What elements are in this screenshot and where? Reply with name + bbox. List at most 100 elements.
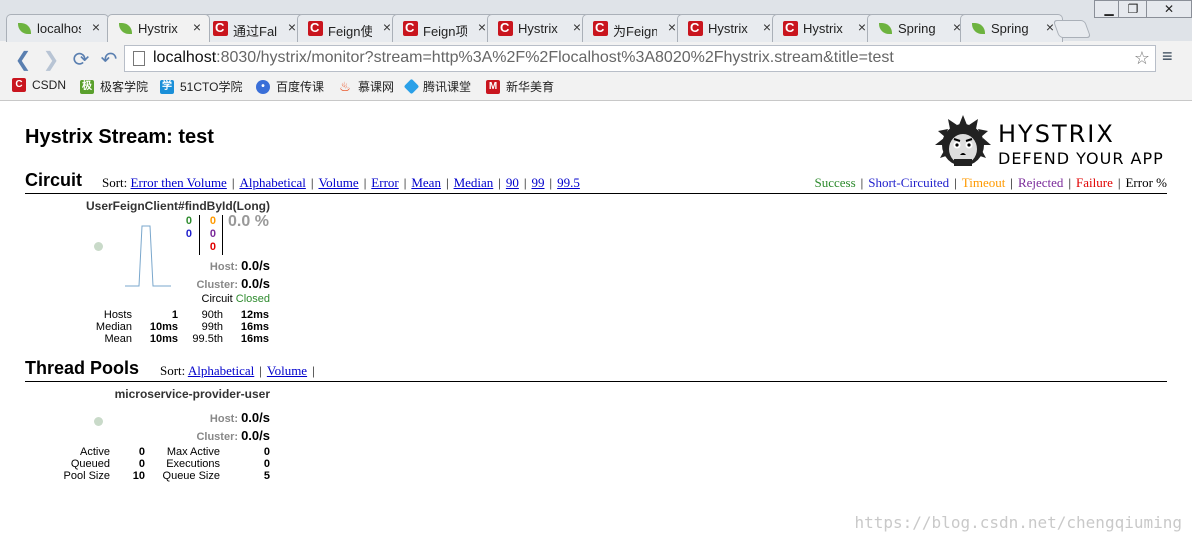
close-icon[interactable]: × bbox=[668, 19, 676, 35]
sort-90-link[interactable]: 90 bbox=[506, 175, 519, 190]
sort-mean-link[interactable]: Mean bbox=[411, 175, 441, 190]
tab-label: Hystrix bbox=[518, 21, 558, 36]
circuit-status: Closed bbox=[235, 293, 270, 305]
forward-icon[interactable]: ❯ bbox=[40, 47, 62, 72]
sort-divider: | bbox=[363, 175, 367, 190]
active-label: Active bbox=[80, 446, 110, 458]
bookmark-label: 腾讯课堂 bbox=[423, 80, 472, 94]
star-icon[interactable]: ☆ bbox=[1134, 48, 1150, 69]
bookmark-tencent[interactable]: 腾讯课堂 bbox=[403, 78, 472, 95]
new-tab-button[interactable] bbox=[1052, 20, 1092, 38]
bookmarks-bar: C CSDN 极极客学院 学 51CTO学院 • 百度传课 ♨ 慕课网 腾讯课堂 M 新华… bbox=[0, 75, 1192, 99]
sort-error-link[interactable]: Error bbox=[371, 175, 398, 190]
back-icon[interactable]: ❮ bbox=[12, 47, 34, 72]
hosts-label: Hosts bbox=[103, 309, 132, 321]
close-icon[interactable]: × bbox=[92, 19, 100, 35]
maximize-button[interactable]: ❐ bbox=[1118, 0, 1148, 18]
rejected-count: 0 bbox=[209, 228, 216, 240]
tab-strip: localhost × Hystrix × 通过Fall × Feign使 × Feig… bbox=[0, 0, 1192, 42]
csdn-icon bbox=[783, 20, 798, 36]
tab-label: 通过Fall bbox=[233, 24, 277, 39]
sort-divider: | bbox=[523, 175, 527, 190]
legend-divider: | bbox=[954, 175, 957, 190]
sort-alphabetical-link[interactable]: Alphabetical bbox=[239, 175, 305, 190]
bookmark-label: 百度传课 bbox=[276, 80, 325, 94]
tab-label: Feign使 bbox=[328, 24, 372, 39]
page-title: Hystrix Stream: test bbox=[25, 126, 214, 148]
page-icon bbox=[133, 51, 145, 66]
sort-label: Sort: bbox=[160, 363, 186, 378]
tab-spring-2[interactable]: Spring × bbox=[960, 14, 1063, 42]
p995-value: 16ms bbox=[240, 333, 269, 345]
close-icon[interactable]: × bbox=[763, 19, 771, 35]
cluster-label: Cluster: bbox=[196, 431, 239, 443]
tab-csdn-4[interactable]: Hystrix × bbox=[487, 14, 590, 42]
circuit-sort-bar: Sort: Error then Volume | Alphabetical | Vol… bbox=[102, 175, 580, 191]
sort-error-then-volume-link[interactable]: Error then Volume bbox=[131, 175, 227, 190]
tab-csdn-6[interactable]: Hystrix × bbox=[677, 14, 780, 42]
bookmark-label: CSDN bbox=[32, 78, 67, 92]
bookmark-imooc[interactable]: ♨ 慕课网 bbox=[338, 78, 394, 95]
reload-icon[interactable]: ⟳ bbox=[70, 47, 92, 72]
menu-icon[interactable]: ≡ bbox=[1162, 46, 1173, 67]
tab-csdn-1[interactable]: 通过Fall × bbox=[202, 14, 305, 42]
p99-value: 16ms bbox=[240, 321, 269, 333]
p995-label: 99.5th bbox=[192, 333, 223, 345]
browser-chrome: localhost × Hystrix × 通过Fall × Feign使 × Feig… bbox=[0, 0, 1192, 101]
undo-icon[interactable]: ↶ bbox=[98, 47, 120, 72]
sort-volume-link[interactable]: Volume bbox=[267, 363, 307, 378]
legend-success: Success bbox=[814, 175, 856, 190]
tab-localhost[interactable]: localhost × bbox=[6, 14, 109, 42]
close-icon[interactable]: × bbox=[383, 19, 391, 35]
address-bar[interactable]: localhost:8030/hystrix/monitor?stream=ht… bbox=[124, 45, 1156, 72]
bookmark-jikexueyuan[interactable]: 极极客学院 bbox=[80, 78, 148, 95]
close-icon[interactable]: × bbox=[478, 19, 486, 35]
tab-hystrix-active[interactable]: Hystrix × bbox=[107, 14, 210, 42]
tab-csdn-5[interactable]: 为Feign × bbox=[582, 14, 685, 42]
counter-divider bbox=[199, 215, 200, 255]
csdn-icon bbox=[403, 20, 418, 36]
bookmark-csdn[interactable]: C CSDN bbox=[12, 78, 66, 92]
tab-csdn-3[interactable]: Feign项 × bbox=[392, 14, 495, 42]
success-count: 0 bbox=[185, 215, 192, 227]
maxactive-value: 0 bbox=[263, 446, 270, 458]
close-icon[interactable]: × bbox=[193, 19, 201, 35]
legend-divider: | bbox=[1117, 175, 1121, 190]
circuit-status-label: Circuit bbox=[201, 293, 233, 305]
bookmark-label: 51CTO学院 bbox=[180, 80, 243, 94]
tab-spring-1[interactable]: Spring × bbox=[867, 14, 970, 42]
timeout-count: 0 bbox=[209, 215, 216, 227]
close-icon[interactable]: × bbox=[288, 19, 296, 35]
csdn-icon bbox=[308, 20, 323, 36]
host-rate-row: Host: 0.0/s bbox=[150, 410, 270, 425]
tab-label: Hystrix bbox=[138, 21, 178, 36]
spring-leaf-icon bbox=[118, 21, 133, 36]
cluster-rate: 0.0/s bbox=[241, 276, 270, 291]
sort-divider: | bbox=[498, 175, 501, 190]
bookmark-51cto[interactable]: 学 51CTO学院 bbox=[160, 78, 242, 95]
tab-csdn-2[interactable]: Feign使 × bbox=[297, 14, 400, 42]
sort-99-link[interactable]: 99 bbox=[532, 175, 545, 190]
legend-timeout: Timeout bbox=[961, 175, 1006, 190]
sort-alphabetical-link[interactable]: Alphabetical bbox=[188, 363, 254, 378]
threadpool-header: Thread Pools Sort: Alphabetical | Volume | bbox=[25, 358, 1167, 382]
sort-median-link[interactable]: Median bbox=[454, 175, 494, 190]
close-icon[interactable]: × bbox=[573, 19, 581, 35]
close-window-button[interactable]: ✕ bbox=[1146, 0, 1192, 18]
sort-99-5-link[interactable]: 99.5 bbox=[557, 175, 580, 190]
bookmark-xinhua[interactable]: M 新华美育 bbox=[486, 78, 554, 95]
tab-csdn-7[interactable]: Hystrix × bbox=[772, 14, 875, 42]
close-icon[interactable]: × bbox=[858, 19, 866, 35]
legend-short-circuited: Short-Circuited bbox=[868, 175, 950, 190]
tab-label: localhost bbox=[37, 21, 81, 36]
sort-divider: | bbox=[445, 175, 449, 190]
queuesize-label: Queue Size bbox=[162, 470, 220, 482]
bookmark-baidu[interactable]: • 百度传课 bbox=[256, 78, 324, 95]
host-label: Host: bbox=[209, 413, 239, 425]
bookmark-label: 极客学院 bbox=[100, 80, 149, 94]
p99-label: 99th bbox=[201, 321, 223, 333]
host-rate: 0.0/s bbox=[241, 410, 270, 425]
sort-volume-link[interactable]: Volume bbox=[318, 175, 358, 190]
legend-divider: | bbox=[1068, 175, 1072, 190]
p90-value: 12ms bbox=[240, 309, 269, 321]
